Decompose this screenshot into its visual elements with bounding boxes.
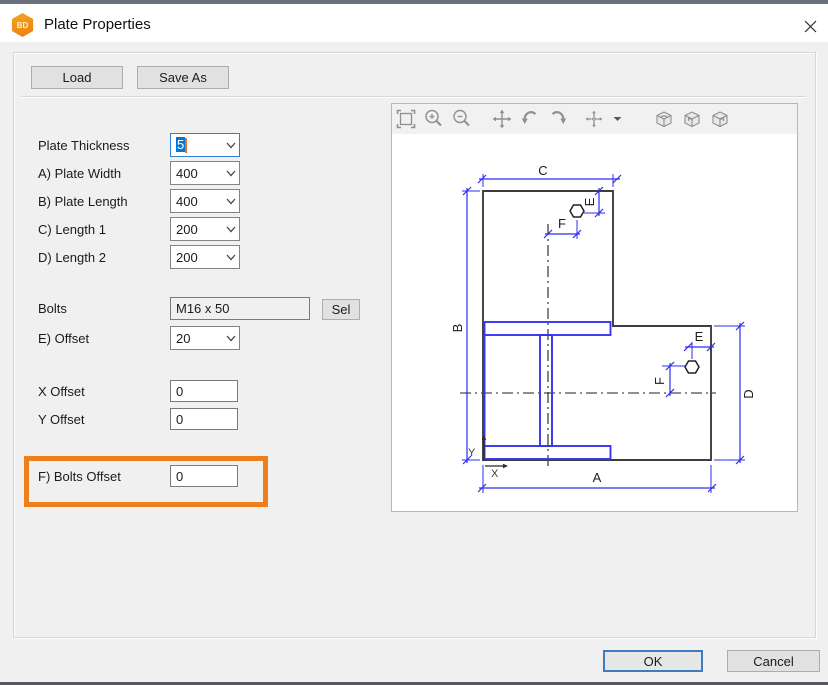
plate-length-combo[interactable]: 400 bbox=[170, 189, 240, 213]
plate-thickness-value: 5 bbox=[176, 137, 185, 152]
axis-label-y: Y bbox=[468, 447, 476, 459]
text-caret bbox=[185, 138, 187, 153]
offset-e-combo[interactable]: 20 bbox=[170, 326, 240, 350]
dialog-title: Plate Properties bbox=[44, 16, 151, 33]
center-view-icon[interactable] bbox=[583, 108, 605, 130]
length-2-value: 200 bbox=[171, 250, 222, 265]
chevron-down-icon[interactable] bbox=[222, 190, 239, 212]
load-button[interactable]: Load bbox=[31, 66, 123, 89]
plate-width-combo[interactable]: 400 bbox=[170, 161, 240, 185]
cancel-button[interactable]: Cancel bbox=[727, 650, 820, 672]
pan-icon[interactable] bbox=[491, 108, 513, 130]
bolts-offset-input[interactable]: 0 bbox=[170, 465, 238, 487]
label-plate-thickness: Plate Thickness bbox=[38, 133, 168, 157]
zoom-extents-icon[interactable] bbox=[395, 108, 417, 130]
bolt-hexagons bbox=[570, 205, 699, 373]
length-1-value: 200 bbox=[171, 222, 222, 237]
label-length-2: D) Length 2 bbox=[38, 245, 168, 269]
bolts-field[interactable]: M16 x 50 bbox=[170, 297, 310, 320]
select-bolts-button[interactable]: Sel bbox=[322, 299, 360, 320]
label-plate-length: B) Plate Length bbox=[38, 189, 168, 213]
dim-label-f-right: F bbox=[652, 377, 667, 385]
dim-label-a: A bbox=[593, 470, 602, 485]
label-offset-e: E) Offset bbox=[38, 326, 168, 350]
plate-properties-dialog: BD Plate Properties Load Save As Plate T… bbox=[0, 0, 828, 685]
zoom-in-icon[interactable] bbox=[423, 108, 445, 130]
close-icon[interactable] bbox=[798, 15, 822, 37]
save-as-button[interactable]: Save As bbox=[137, 66, 229, 89]
axis-label-x: X bbox=[491, 468, 499, 480]
separator-line bbox=[22, 96, 806, 97]
dim-label-d: D bbox=[741, 389, 756, 398]
length-2-combo[interactable]: 200 bbox=[170, 245, 240, 269]
preview-panel: C B A D E F E F X Y bbox=[391, 103, 798, 512]
view-dropdown-icon[interactable] bbox=[611, 108, 623, 130]
iso-view-2-icon[interactable] bbox=[681, 108, 703, 130]
length-1-combo[interactable]: 200 bbox=[170, 217, 240, 241]
bolt-right-icon bbox=[685, 361, 699, 373]
label-x-offset: X Offset bbox=[38, 380, 168, 402]
chevron-down-icon[interactable] bbox=[222, 327, 239, 349]
dim-label-e-right: E bbox=[695, 329, 704, 344]
plate-width-value: 400 bbox=[171, 166, 222, 181]
label-y-offset: Y Offset bbox=[38, 408, 168, 430]
chevron-down-icon[interactable] bbox=[222, 134, 239, 156]
plate-outline bbox=[483, 191, 711, 460]
plate-thickness-combo[interactable]: 5 bbox=[170, 133, 240, 157]
plate-drawing: C B A D E F E F X Y bbox=[392, 134, 797, 511]
rotate-cw-icon[interactable] bbox=[547, 108, 569, 130]
x-offset-input[interactable]: 0 bbox=[170, 380, 238, 402]
offset-e-value: 20 bbox=[171, 331, 222, 346]
ok-button[interactable]: OK bbox=[603, 650, 703, 672]
chevron-down-icon[interactable] bbox=[222, 246, 239, 268]
label-bolts-offset: F) Bolts Offset bbox=[38, 465, 168, 487]
label-length-1: C) Length 1 bbox=[38, 217, 168, 241]
iso-view-1-icon[interactable] bbox=[653, 108, 675, 130]
iso-view-3-icon[interactable] bbox=[709, 108, 731, 130]
dim-label-e-top: E bbox=[582, 197, 597, 206]
dim-label-c: C bbox=[538, 163, 547, 178]
y-offset-input[interactable]: 0 bbox=[170, 408, 238, 430]
app-logo-text: BD bbox=[17, 21, 29, 30]
dialog-titlebar[interactable]: BD Plate Properties bbox=[0, 4, 828, 42]
plate-length-value: 400 bbox=[171, 194, 222, 209]
dim-label-b: B bbox=[450, 324, 465, 333]
origin-axes bbox=[482, 435, 508, 468]
chevron-down-icon[interactable] bbox=[222, 162, 239, 184]
app-logo-icon: BD bbox=[11, 13, 34, 37]
label-plate-width: A) Plate Width bbox=[38, 161, 168, 185]
centerlines bbox=[460, 224, 716, 468]
label-bolts: Bolts bbox=[38, 297, 168, 319]
chevron-down-icon[interactable] bbox=[222, 218, 239, 240]
zoom-out-icon[interactable] bbox=[451, 108, 473, 130]
preview-toolbar bbox=[392, 104, 797, 134]
rotate-ccw-icon[interactable] bbox=[519, 108, 541, 130]
dim-label-f-top: F bbox=[558, 216, 566, 231]
